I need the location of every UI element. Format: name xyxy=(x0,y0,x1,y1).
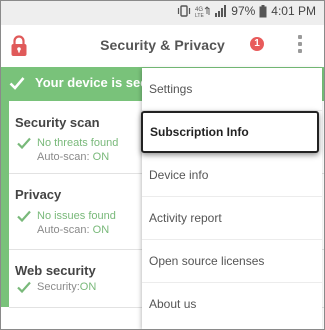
section-title: Web security xyxy=(15,263,96,278)
app-bar: Security & Privacy 1 xyxy=(1,25,324,68)
section-status: No issues found xyxy=(17,210,116,222)
section-title: Privacy xyxy=(15,187,62,202)
section-title: Security scan xyxy=(15,115,100,130)
overflow-menu: Settings Subscription Info Device info A… xyxy=(141,68,322,329)
status-rail xyxy=(1,101,9,307)
battery-percent: 97% xyxy=(231,4,256,18)
battery-icon xyxy=(259,4,267,18)
clock: 4:01 PM xyxy=(271,4,316,18)
check-icon xyxy=(17,210,31,222)
auto-scan-value: ON xyxy=(92,224,110,236)
signal-icon xyxy=(215,5,227,17)
auto-scan-label: Auto-scan: xyxy=(37,151,93,163)
phone-screen: 4G LTE 97% 4:01 PM Security & Privacy 1 … xyxy=(0,0,325,330)
section-status: No threats found xyxy=(17,137,118,149)
status-text: Security: xyxy=(37,281,80,293)
menu-item-device-info[interactable]: Device info xyxy=(142,154,322,197)
alert-badge[interactable]: 1 xyxy=(250,37,264,51)
status-bar: 4G LTE 97% 4:01 PM xyxy=(1,1,324,25)
status-value: ON xyxy=(79,281,97,293)
svg-text:LTE: LTE xyxy=(195,13,204,17)
menu-item-subscription-info[interactable]: Subscription Info xyxy=(141,111,319,153)
status-text: No threats found xyxy=(37,137,119,149)
banner-text: Your device is sec xyxy=(35,75,148,90)
auto-scan-line: Auto-scan: ON xyxy=(37,224,109,236)
check-icon xyxy=(17,281,31,293)
status-text: No issues found xyxy=(37,210,116,222)
lte-icon: 4G LTE xyxy=(195,5,211,17)
auto-scan-label: Auto-scan: xyxy=(37,224,93,236)
check-icon xyxy=(9,76,25,90)
section-status: Security: ON xyxy=(17,281,96,293)
check-icon xyxy=(17,137,31,149)
auto-scan-value: ON xyxy=(92,151,110,163)
overflow-menu-icon[interactable] xyxy=(297,35,303,57)
menu-item-activity-report[interactable]: Activity report xyxy=(142,197,322,240)
menu-item-open-source-licenses[interactable]: Open source licenses xyxy=(142,240,322,283)
status-icons: 4G LTE 97% 4:01 PM xyxy=(177,4,316,18)
page-title: Security & Privacy xyxy=(100,37,225,53)
menu-item-about-us[interactable]: About us xyxy=(142,283,322,326)
menu-item-settings[interactable]: Settings xyxy=(142,68,322,111)
vibrate-icon xyxy=(177,5,191,17)
auto-scan-line: Auto-scan: ON xyxy=(37,151,109,163)
